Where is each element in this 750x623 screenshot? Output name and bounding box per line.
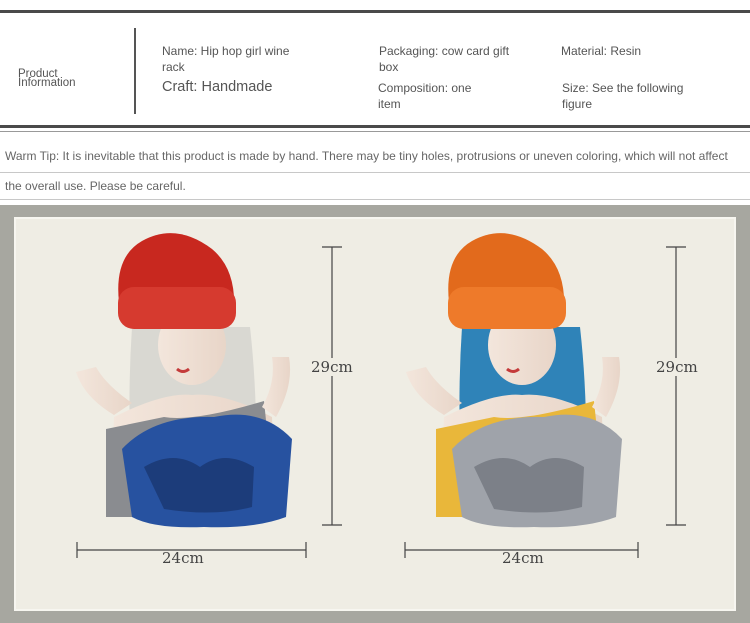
product-composition: Composition: one item [378,81,472,111]
figure-2-hat-cuff [448,287,566,329]
product-photo: 29cm 24cm 29cm 24cm [0,205,750,623]
product-size: Size: See the following figure [562,81,684,111]
product-packaging: Packaging: cow card gift box [379,44,510,74]
tip-divider-bottom [0,199,750,200]
product-craft: Craft: Handmade [162,79,273,95]
figure-1-width-label: 24cm [162,549,204,567]
product-name: Name: Hip hop girl wine rack [162,44,290,74]
product-info-heading: Product Information [18,68,118,89]
product-material: Material: Resin [561,44,642,58]
product-illustration [76,233,686,558]
product-info-heading-line2: Information [18,77,76,89]
figure-1-hat-cuff [118,287,236,329]
photo-panel: 29cm 24cm 29cm 24cm [14,217,736,611]
figure-2-height-label: 29cm [656,358,698,376]
figure-1 [76,233,292,528]
warm-tip-line1: Warm Tip: It is inevitable that this pro… [5,149,728,163]
tip-divider [0,172,750,173]
mid-rule [0,125,750,128]
warm-tip-line2: the overall use. Please be careful. [5,179,186,193]
top-rule [0,10,750,13]
figure-1-height-label: 29cm [311,358,353,376]
figure-2 [406,233,622,528]
mid-rule-thin [0,131,750,132]
info-divider [134,28,136,114]
product-info-section: Product Information Name: Hip hop girl w… [0,14,750,126]
figure-2-width-label: 24cm [502,549,544,567]
